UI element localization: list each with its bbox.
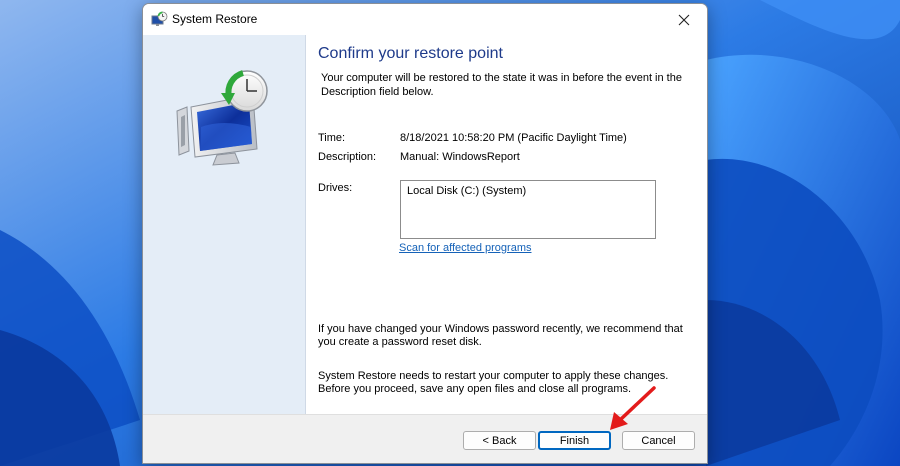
description-label: Description: bbox=[318, 151, 377, 163]
scan-affected-programs-link[interactable]: Scan for affected programs bbox=[399, 242, 531, 254]
content-panel: Confirm your restore point Your computer… bbox=[306, 35, 707, 414]
title-bar: System Restore bbox=[143, 4, 707, 35]
finish-button[interactable]: Finish bbox=[538, 431, 611, 450]
page-title: Confirm your restore point bbox=[318, 45, 503, 62]
drives-list[interactable]: Local Disk (C:) (System) bbox=[400, 180, 656, 239]
time-value: 8/18/2021 10:58:20 PM (Pacific Daylight … bbox=[400, 132, 627, 144]
cancel-button[interactable]: Cancel bbox=[622, 431, 695, 450]
window-title: System Restore bbox=[172, 12, 258, 26]
drives-label: Drives: bbox=[318, 182, 353, 194]
system-restore-icon bbox=[151, 11, 168, 26]
button-bar: < Back Finish Cancel bbox=[143, 414, 707, 463]
system-restore-logo-icon bbox=[176, 70, 268, 166]
intro-text: Your computer will be restored to the st… bbox=[321, 72, 682, 98]
restart-note: System Restore needs to restart your com… bbox=[318, 370, 669, 395]
description-value: Manual: WindowsReport bbox=[400, 151, 520, 163]
time-label: Time: bbox=[318, 132, 346, 144]
close-icon bbox=[678, 14, 690, 25]
system-restore-dialog: System Restore Confirm your restore poin… bbox=[142, 3, 708, 464]
sidebar-panel bbox=[143, 35, 306, 414]
list-item[interactable]: Local Disk (C:) (System) bbox=[407, 185, 526, 197]
back-button[interactable]: < Back bbox=[463, 431, 536, 450]
password-note: If you have changed your Windows passwor… bbox=[318, 323, 683, 348]
close-button[interactable] bbox=[661, 4, 707, 35]
